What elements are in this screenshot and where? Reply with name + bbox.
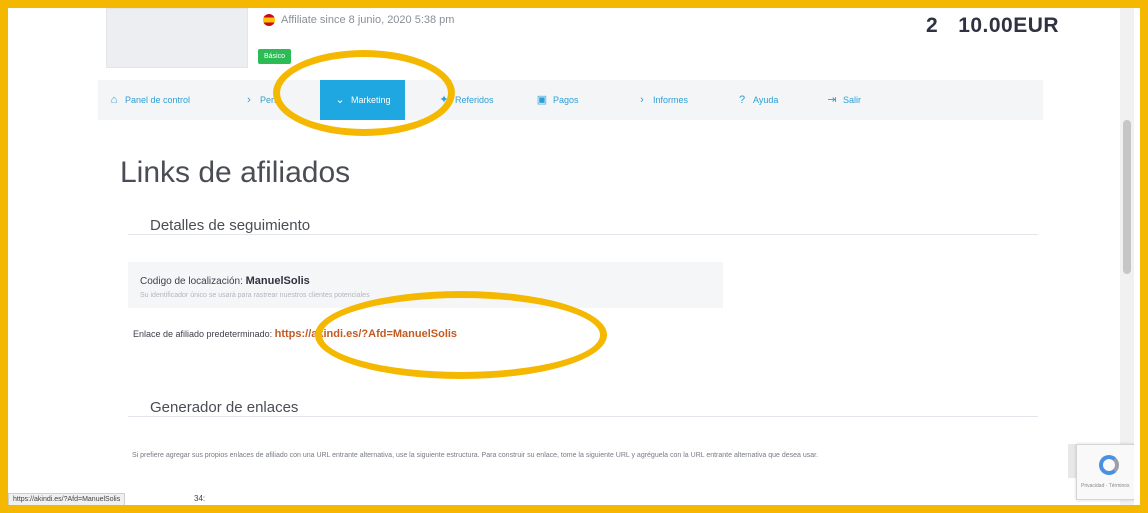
tracking-help: Su identificador único se usará para ras… [140, 292, 370, 299]
generator-description: Si prefiere agregar sus propios enlaces … [132, 452, 819, 459]
nav-label: Perfil [260, 95, 281, 105]
scrollbar-thumb[interactable] [1123, 120, 1131, 274]
tracking-code-label: Codigo de localización: [140, 276, 243, 287]
home-icon: ⌂ [110, 94, 118, 106]
browser-viewport: Affiliate since 8 junio, 2020 5:38 pm Bá… [8, 8, 1134, 505]
nav-label: Pagos [553, 95, 579, 105]
nav-label: Referidos [455, 95, 494, 105]
affiliate-stats: 2 10.00EUR [926, 14, 1059, 38]
avatar [106, 8, 248, 68]
tracking-code-value: ManuelSolis [245, 275, 310, 287]
tracking-heading: Detalles de seguimiento [150, 217, 319, 234]
money-icon: ▣ [536, 94, 548, 106]
generator-heading: Generador de enlaces [150, 399, 307, 416]
recaptcha-badge[interactable]: Privacidad · Términos [1076, 444, 1134, 500]
logout-icon: ⇥ [827, 94, 837, 106]
plan-badge: Básico [258, 49, 292, 64]
nav-item-informes[interactable]: › Informes [636, 80, 688, 120]
affiliate-nav: ⌂ Panel de control › Perfil ⌄ Marketing … [98, 80, 1043, 120]
tracking-code: Codigo de localización: ManuelSolis [140, 275, 310, 287]
browser-status-url: https://akindi.es/?Afd=ManuelSolis [8, 493, 126, 505]
page-title: Links de afiliados [120, 156, 351, 189]
nav-item-referidos[interactable]: ✦ Referidos [438, 80, 494, 120]
earnings-amount: 10.00EUR [958, 14, 1060, 37]
affiliate-link[interactable]: https://akindi.es/?Afd=ManuelSolis [275, 328, 457, 340]
nav-item-salir[interactable]: ⇥ Salir [826, 80, 861, 120]
nav-label: Salir [843, 95, 862, 105]
spain-flag-icon [263, 14, 275, 26]
affiliate-since: Affiliate since 8 junio, 2020 5:38 pm [263, 14, 454, 26]
nav-item-ayuda[interactable]: ? Ayuda [736, 80, 778, 120]
nav-item-pagos[interactable]: ▣ Pagos [536, 80, 579, 120]
nav-label: Informes [653, 95, 689, 105]
chevron-down-icon: ⌄ [335, 94, 345, 106]
divider [128, 234, 1038, 235]
status-tail: 34: [194, 494, 206, 503]
nav-label: Marketing [351, 95, 391, 105]
chevron-right-icon: › [247, 94, 251, 106]
default-affiliate-link: Enlace de afiliado predeterminado: https… [133, 328, 457, 340]
nav-label: Panel de control [125, 95, 191, 105]
scrollbar[interactable] [1120, 8, 1134, 505]
affiliate-since-text: Affiliate since 8 junio, 2020 5:38 pm [281, 14, 455, 26]
divider [128, 416, 1038, 417]
question-icon: ? [738, 94, 746, 106]
nav-item-perfil[interactable]: › Perfil [243, 80, 281, 120]
nav-label: Ayuda [753, 95, 779, 105]
referral-count: 2 [926, 14, 939, 37]
nav-item-marketing[interactable]: ⌄ Marketing [320, 80, 405, 120]
recaptcha-terms: Privacidad · Términos [1081, 483, 1130, 489]
twitter-bird-icon: ✦ [439, 94, 449, 106]
recaptcha-icon [1099, 455, 1119, 475]
chevron-right-icon: › [640, 94, 644, 106]
nav-item-panel[interactable]: ⌂ Panel de control [108, 80, 190, 120]
affiliate-link-label: Enlace de afiliado predeterminado: [133, 329, 273, 339]
